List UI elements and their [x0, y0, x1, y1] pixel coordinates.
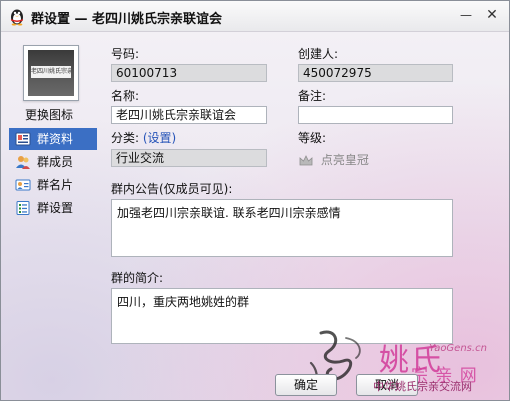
settings-icon: [16, 201, 30, 215]
members-icon: [16, 156, 30, 169]
sidebar-item-label: 群设置: [37, 201, 74, 215]
ok-button[interactable]: 确定: [275, 374, 337, 396]
light-crown-link[interactable]: 点亮皇冠: [299, 151, 369, 168]
remark-input[interactable]: [298, 106, 453, 124]
notice-label: 群内公告(仅成员可见):: [111, 182, 233, 196]
change-icon-link[interactable]: 更换图标: [25, 106, 73, 123]
number-field: 60100713: [111, 64, 267, 82]
minimize-button[interactable]: —: [457, 6, 475, 24]
sidebar-item-group-info[interactable]: 群资料: [9, 128, 97, 150]
level-label: 等级:: [298, 131, 327, 145]
group-avatar[interactable]: 老四川姚氏宗亲联谊会: [23, 45, 79, 101]
name-label: 名称:: [111, 89, 140, 103]
name-input[interactable]: 老四川姚氏宗亲联谊会: [111, 106, 267, 124]
number-label: 号码:: [111, 47, 140, 61]
creator-label: 创建人:: [298, 47, 339, 61]
sidebar-item-settings[interactable]: 群设置: [9, 197, 97, 219]
category-settings-link[interactable]: (设置): [143, 131, 176, 145]
remark-label: 备注:: [298, 89, 327, 103]
sidebar-item-members[interactable]: 群成员: [9, 151, 97, 173]
title-bar: 群设置 — 老四川姚氏宗亲联谊会 — ✕: [1, 1, 509, 32]
category-label: 分类: (设置): [111, 129, 176, 146]
creator-field: 450072975: [298, 64, 453, 82]
sidebar-item-label: 群资料: [37, 132, 74, 146]
qq-penguin-icon: [11, 9, 23, 26]
avatar-image: 老四川姚氏宗亲联谊会: [28, 50, 74, 96]
category-label-text: 分类:: [111, 131, 140, 145]
light-crown-label: 点亮皇冠: [320, 153, 369, 167]
sidebar-item-card[interactable]: 群名片: [9, 174, 97, 196]
crown-icon: [299, 154, 313, 165]
avatar-banner-text: 老四川姚氏宗亲联谊会: [31, 66, 71, 78]
category-field: 行业交流: [111, 149, 267, 167]
watermark-caption: 中华姚氏宗亲交流网: [373, 380, 472, 393]
sidebar-item-label: 群成员: [37, 155, 74, 169]
sidebar-item-label: 群名片: [37, 178, 74, 192]
close-button[interactable]: ✕: [483, 6, 501, 24]
group-info-icon: [15, 132, 31, 146]
notice-textarea[interactable]: 加强老四川宗亲联谊. 联系老四川宗亲感情: [111, 199, 453, 257]
card-icon: [15, 179, 31, 191]
intro-label: 群的简介:: [111, 271, 164, 285]
group-settings-window: 群设置 — 老四川姚氏宗亲联谊会 — ✕ 老四川姚氏宗亲联谊会 更换图标 群资料: [0, 0, 510, 401]
watermark-domain: YaoGens.cn: [429, 343, 487, 354]
sidebar-nav: 群资料 群成员 群名片 群设置: [9, 128, 97, 220]
window-title: 群设置 — 老四川姚氏宗亲联谊会: [31, 12, 223, 27]
